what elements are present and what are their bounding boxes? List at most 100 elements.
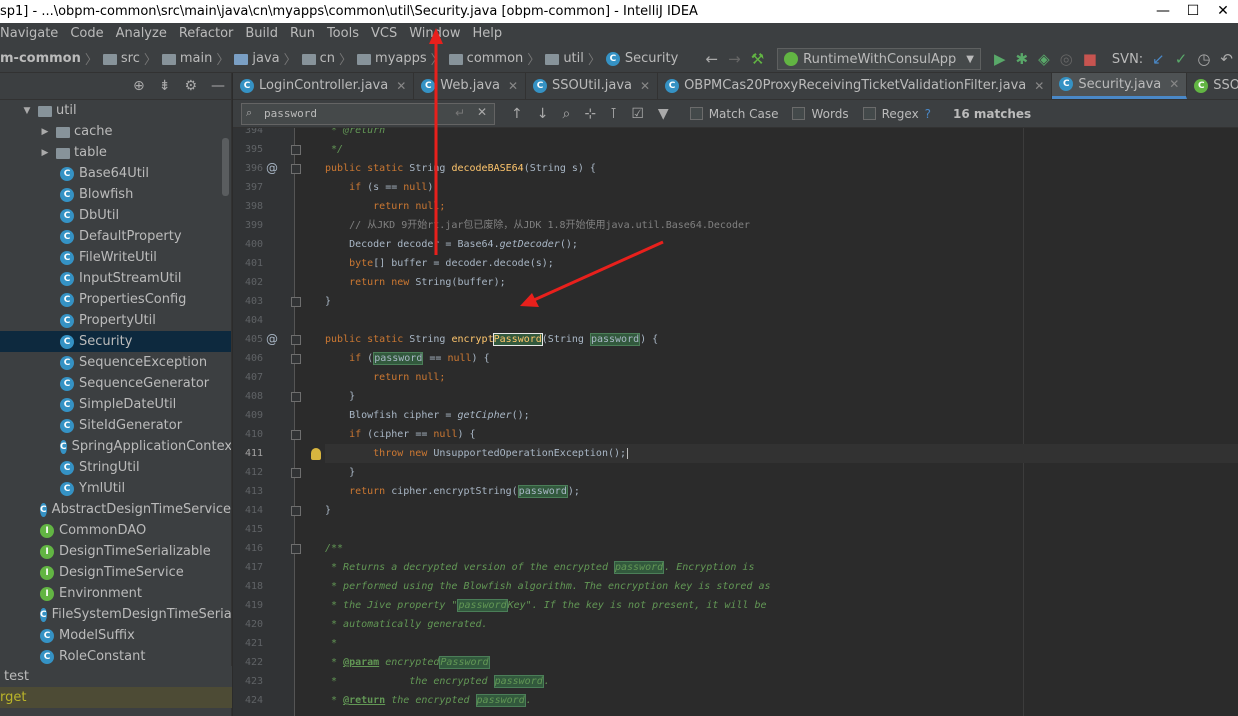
history-icon[interactable]: ◷ bbox=[1197, 50, 1210, 68]
tree-class-propertyutil[interactable]: C PropertyUtil bbox=[0, 310, 231, 331]
tree-class-security[interactable]: C Security bbox=[0, 331, 231, 352]
menu-analyze[interactable]: Analyze bbox=[110, 23, 173, 45]
match-case-checkbox[interactable]: Match Case bbox=[689, 107, 778, 121]
stop-icon[interactable]: ■ bbox=[1083, 50, 1097, 68]
tree-item-environment[interactable]: I Environment bbox=[0, 583, 231, 604]
back-arrow-icon[interactable]: ← bbox=[706, 50, 719, 68]
code-line[interactable]: * performed using the Blowfish algorithm… bbox=[325, 577, 1238, 596]
code-line[interactable]: * @param encryptedPassword bbox=[325, 653, 1238, 672]
close-window-button[interactable]: ✕ bbox=[1208, 0, 1238, 23]
run-icon[interactable]: ▶ bbox=[994, 50, 1006, 68]
next-occurrence-icon[interactable]: ↓ bbox=[537, 106, 549, 122]
tree-class-blowfish[interactable]: C Blowfish bbox=[0, 184, 231, 205]
code-line[interactable]: } bbox=[325, 463, 1238, 482]
regex-checkbox[interactable]: Regex? bbox=[862, 107, 931, 121]
code-line[interactable]: * automatically generated. bbox=[325, 615, 1238, 634]
fold-icon[interactable] bbox=[291, 544, 301, 554]
tree-item-modelsuffix[interactable]: C ModelSuffix bbox=[0, 625, 231, 646]
checkbox-box[interactable] bbox=[689, 107, 703, 120]
gear-icon[interactable]: ⚙ bbox=[184, 78, 197, 94]
menu-code[interactable]: Code bbox=[64, 23, 109, 45]
chevron-right-icon[interactable]: ▶ bbox=[38, 148, 52, 158]
breadcrumb-cn[interactable]: cn bbox=[320, 51, 335, 66]
code-line[interactable]: Decoder decoder = Base64.getDecoder(); bbox=[325, 235, 1238, 254]
code-line[interactable]: if (s == null) bbox=[325, 178, 1238, 197]
code-line[interactable]: * @return bbox=[325, 128, 1238, 140]
locate-icon[interactable]: ⊕ bbox=[133, 78, 145, 94]
code-line[interactable]: if (password == null) { bbox=[325, 349, 1238, 368]
code-line[interactable]: public static String encryptPassword(Str… bbox=[325, 330, 1238, 349]
menu-tools[interactable]: Tools bbox=[321, 23, 365, 45]
tree-folder-target[interactable]: rget bbox=[0, 687, 232, 708]
tab-security[interactable]: C Security.java ✕ bbox=[1052, 73, 1188, 99]
code-line[interactable]: return null; bbox=[325, 368, 1238, 387]
breadcrumb-util[interactable]: util bbox=[563, 51, 584, 66]
checkbox-box[interactable] bbox=[792, 107, 806, 120]
filter-icon[interactable]: ▼ bbox=[658, 106, 669, 122]
svn-update-icon[interactable]: ↙ bbox=[1152, 50, 1165, 68]
tree-class-sequenceexception[interactable]: C SequenceException bbox=[0, 352, 231, 373]
code-line[interactable]: } bbox=[325, 501, 1238, 520]
code-line[interactable]: // 从JKD 9开始rt.jar包已废除，从JDK 1.8开始使用java.u… bbox=[325, 216, 1238, 235]
fold-icon[interactable] bbox=[291, 430, 301, 440]
tree-class-propertiesconfig[interactable]: C PropertiesConfig bbox=[0, 289, 231, 310]
menu-build[interactable]: Build bbox=[239, 23, 284, 45]
tab-obpmcas20[interactable]: C OBPMCas20ProxyReceivingTicketValidation… bbox=[658, 73, 1053, 99]
code-line[interactable]: * @return the encrypted password. bbox=[325, 691, 1238, 710]
code-line[interactable]: byte[] buffer = decoder.decode(s); bbox=[325, 254, 1238, 273]
tree-folder-table[interactable]: ▶ table bbox=[0, 142, 231, 163]
forward-arrow-icon[interactable]: → bbox=[728, 50, 741, 68]
remove-selection-icon[interactable]: ⊺ bbox=[610, 106, 617, 122]
code-line[interactable]: public static String decodeBASE64(String… bbox=[325, 159, 1238, 178]
tree-folder-util[interactable]: ▼ util bbox=[0, 100, 231, 121]
close-icon[interactable]: ✕ bbox=[396, 79, 406, 93]
annotation-marker-icon[interactable]: @ bbox=[266, 332, 278, 346]
tree-class-stringutil[interactable]: C StringUtil bbox=[0, 457, 231, 478]
tree-class-dbutil[interactable]: C DbUtil bbox=[0, 205, 231, 226]
regex-help-link[interactable]: ? bbox=[925, 107, 931, 121]
fold-icon[interactable] bbox=[291, 468, 301, 478]
coverage-icon[interactable]: ◈ bbox=[1038, 50, 1050, 68]
tree-class-base64util[interactable]: C Base64Util bbox=[0, 163, 231, 184]
tab-logincontroller[interactable]: C LoginController.java ✕ bbox=[233, 73, 415, 99]
code-line[interactable] bbox=[325, 311, 1238, 330]
clear-icon[interactable]: ✕ bbox=[477, 105, 487, 119]
menu-run[interactable]: Run bbox=[284, 23, 321, 45]
breadcrumb-module[interactable]: m-common bbox=[0, 51, 81, 66]
tree-class-sequencegenerator[interactable]: C SequenceGenerator bbox=[0, 373, 231, 394]
tree-class-siteidgenerator[interactable]: C SiteIdGenerator bbox=[0, 415, 231, 436]
breadcrumb-security[interactable]: Security bbox=[625, 51, 678, 66]
code-line[interactable]: return new String(buffer); bbox=[325, 273, 1238, 292]
tree-item-roleconstant[interactable]: C RoleConstant bbox=[0, 646, 231, 667]
menu-help[interactable]: Help bbox=[466, 23, 508, 45]
tree-class-defaultproperty[interactable]: C DefaultProperty bbox=[0, 226, 231, 247]
code-line[interactable]: } bbox=[325, 292, 1238, 311]
tree-class-simpledateutil[interactable]: C SimpleDateUtil bbox=[0, 394, 231, 415]
words-checkbox[interactable]: Words bbox=[792, 107, 849, 121]
fold-icon[interactable] bbox=[291, 392, 301, 402]
tree-folder-test[interactable]: test bbox=[0, 666, 232, 687]
close-icon[interactable]: ✕ bbox=[1169, 77, 1179, 91]
code-line[interactable]: /** bbox=[325, 539, 1238, 558]
code-line[interactable]: if (cipher == null) { bbox=[325, 425, 1238, 444]
tree-item-designtimeserializable[interactable]: I DesignTimeSerializable bbox=[0, 541, 231, 562]
menu-vcs[interactable]: VCS bbox=[365, 23, 403, 45]
tree-class-inputstreamutil[interactable]: C InputStreamUtil bbox=[0, 268, 231, 289]
code-line[interactable]: * the encrypted password. bbox=[325, 672, 1238, 691]
close-icon[interactable]: ✕ bbox=[640, 79, 650, 93]
tree-item-commondao[interactable]: I CommonDAO bbox=[0, 520, 231, 541]
close-icon[interactable]: ✕ bbox=[1034, 79, 1044, 93]
chevron-down-icon[interactable]: ▼ bbox=[20, 106, 34, 116]
add-selection-icon[interactable]: ⊹ bbox=[584, 106, 596, 122]
breadcrumb-src[interactable]: src bbox=[121, 51, 140, 66]
fold-icon[interactable] bbox=[291, 335, 301, 345]
fold-icon[interactable] bbox=[291, 354, 301, 364]
collapse-all-icon[interactable]: ⇟ bbox=[159, 78, 171, 94]
previous-occurrence-icon[interactable]: ↑ bbox=[511, 106, 523, 122]
annotation-marker-icon[interactable]: @ bbox=[266, 161, 278, 175]
code-line[interactable]: throw new UnsupportedOperationException(… bbox=[325, 444, 1238, 463]
fold-icon[interactable] bbox=[291, 145, 301, 155]
minimize-button[interactable]: — bbox=[1148, 0, 1178, 23]
code-line[interactable]: } bbox=[325, 387, 1238, 406]
code-line[interactable]: * bbox=[325, 634, 1238, 653]
